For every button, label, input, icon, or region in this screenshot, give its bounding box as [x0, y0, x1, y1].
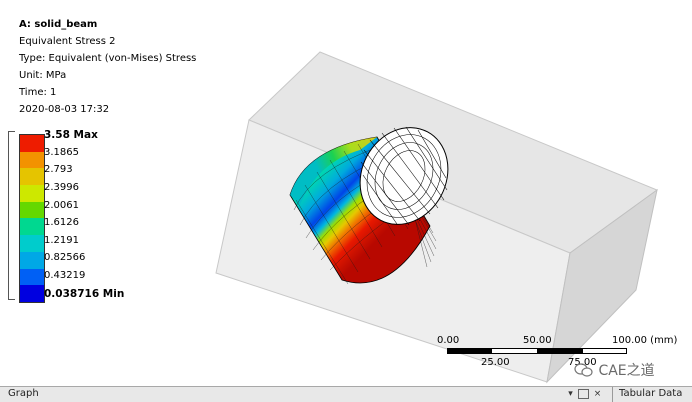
legend-swatch — [20, 185, 44, 202]
legend-swatch — [20, 151, 44, 169]
scale-segment — [447, 348, 492, 354]
legend-min-label: 0.038716 Min — [44, 288, 125, 300]
legend-bracket — [8, 131, 15, 300]
legend-level-label: 2.3996 — [44, 182, 79, 193]
watermark-text: CAE之道 — [598, 363, 655, 379]
graph-tab[interactable]: Graph — [8, 388, 39, 399]
result-date: 2020-08-03 17:32 — [19, 104, 110, 115]
scale-tick-label: 25.00 — [481, 357, 510, 368]
legend-swatch — [20, 251, 44, 269]
result-name: Equivalent Stress 2 — [19, 36, 116, 47]
scale-tick-label: 100.00 (mm) — [612, 335, 678, 346]
panel-divider — [612, 387, 613, 402]
stress-legend[interactable]: 3.58 Max 3.1865 2.793 2.3996 2.0061 1.61… — [8, 127, 148, 303]
scale-segment — [582, 348, 627, 354]
legend-level-label: 3.1865 — [44, 147, 79, 158]
legend-level-label: 2.0061 — [44, 200, 79, 211]
legend-max-label: 3.58 Max — [44, 129, 98, 141]
result-info: A: solid_beam Equivalent Stress 2 Type: … — [19, 16, 196, 118]
legend-level-label: 0.82566 — [44, 252, 86, 263]
model-title: A: solid_beam — [19, 19, 98, 30]
legend-swatch — [20, 285, 44, 302]
wechat-icon — [574, 363, 593, 377]
legend-swatch — [20, 268, 44, 286]
scale-tick-label: 50.00 — [523, 335, 552, 346]
legend-level-label: 1.2191 — [44, 235, 79, 246]
result-time: Time: 1 — [19, 87, 57, 98]
close-icon[interactable]: × — [592, 389, 603, 399]
watermark: CAE之道 — [574, 360, 655, 380]
legend-level-label: 1.6126 — [44, 217, 79, 228]
result-unit: Unit: MPa — [19, 70, 67, 81]
legend-level-label: 0.43219 — [44, 270, 86, 281]
legend-swatch — [20, 218, 44, 236]
result-type: Type: Equivalent (von-Mises) Stress — [19, 53, 197, 64]
maximize-icon[interactable] — [578, 389, 589, 399]
scale-segment — [492, 348, 537, 354]
scale-segment — [537, 348, 582, 354]
tabular-data-tab[interactable]: Tabular Data — [619, 388, 682, 399]
legend-swatch — [20, 168, 44, 186]
scale-tick-label: 0.00 — [437, 335, 460, 346]
bottom-panel-bar: Graph ▾ × Tabular Data — [0, 386, 692, 402]
legend-color-bar — [19, 134, 45, 303]
legend-swatch — [20, 201, 44, 219]
legend-swatch — [20, 135, 44, 152]
legend-level-label: 2.793 — [44, 164, 73, 175]
legend-swatch — [20, 235, 44, 252]
pin-icon[interactable]: ▾ — [565, 389, 576, 399]
